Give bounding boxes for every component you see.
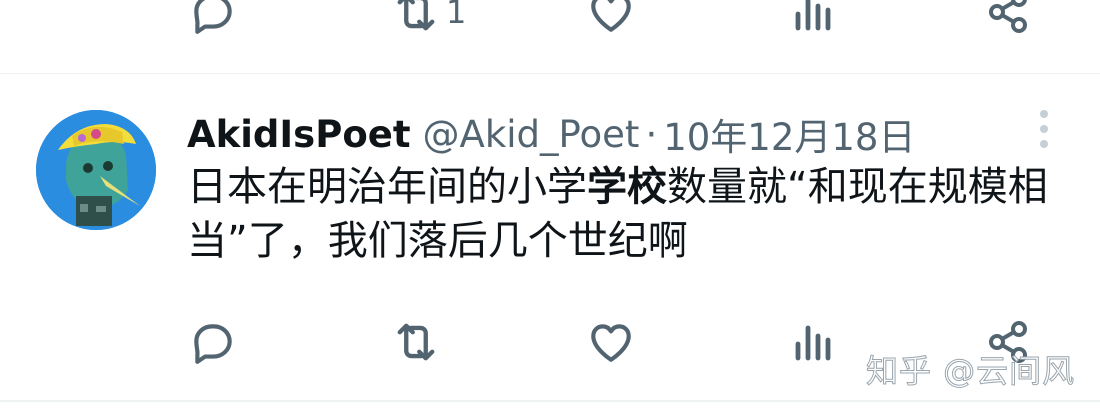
header-separator: ·	[645, 112, 658, 156]
more-dot-icon	[1040, 110, 1048, 118]
previous-tweet-action-bar: 1	[0, 0, 1100, 42]
more-dot-icon	[1040, 140, 1048, 148]
tweet-screenshot: 1 AkidIsPoet @Akid_Poet · 10年12月18日 日本在明…	[0, 0, 1100, 417]
like-button[interactable]	[586, 0, 636, 42]
retweet-count: 1	[446, 0, 467, 31]
more-options-button[interactable]	[1036, 110, 1052, 150]
retweet-icon	[397, 323, 435, 361]
share-icon	[989, 0, 1027, 33]
views-button[interactable]	[788, 0, 836, 42]
avatar[interactable]	[36, 110, 156, 230]
heart-icon	[591, 324, 631, 362]
retweet-icon	[397, 0, 435, 31]
tweet-divider	[0, 73, 1100, 74]
views-icon	[795, 0, 831, 31]
share-button[interactable]	[984, 0, 1032, 42]
reply-button[interactable]	[188, 312, 238, 372]
tweet-header: AkidIsPoet @Akid_Poet · 10年12月18日	[187, 108, 915, 160]
tweet-text: 日本在明治年间的小学学校数量就“和现在规模相当”了，我们落后几个世纪啊	[187, 160, 1077, 268]
retweet-button[interactable]: 1	[390, 0, 466, 42]
tweet-text-part: 日本在明治年间的小学	[187, 164, 587, 210]
avatar-image	[36, 110, 156, 230]
reply-button[interactable]	[188, 0, 238, 42]
views-icon	[795, 325, 831, 361]
heart-icon	[591, 0, 631, 32]
tweet-text-bold: 学校	[587, 164, 667, 210]
retweet-button[interactable]	[390, 312, 442, 372]
bottom-divider	[0, 400, 1100, 402]
like-button[interactable]	[586, 312, 636, 372]
user-handle[interactable]: @Akid_Poet	[423, 113, 640, 156]
reply-icon	[194, 0, 232, 34]
tweet-date[interactable]: 10年12月18日	[663, 107, 915, 161]
display-name[interactable]: AkidIsPoet	[187, 113, 411, 156]
watermark: 知乎 @云间风	[865, 352, 1076, 391]
views-button[interactable]	[788, 312, 836, 372]
reply-icon	[194, 324, 232, 364]
more-dot-icon	[1040, 125, 1048, 133]
